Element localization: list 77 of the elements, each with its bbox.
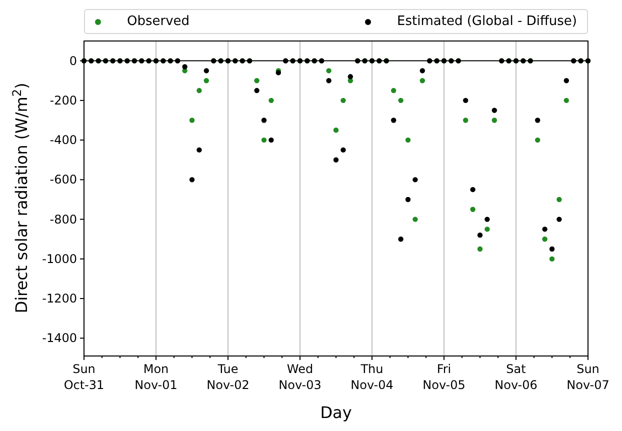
y-tick	[80, 218, 84, 220]
data-point	[420, 68, 425, 74]
data-point	[484, 226, 490, 232]
data-point	[333, 157, 339, 162]
y-tick	[80, 258, 84, 260]
data-point	[477, 232, 483, 238]
y-tick-label: -800	[50, 212, 77, 226]
data-point	[463, 98, 468, 104]
data-point	[484, 216, 490, 222]
x-tick-label: Mon Nov-01	[134, 361, 178, 393]
data-point	[189, 177, 195, 182]
data-point	[189, 118, 195, 123]
y-tick-label: -1400	[42, 331, 77, 346]
data-point	[405, 137, 411, 143]
data-point	[542, 236, 548, 242]
data-point	[564, 98, 569, 104]
data-point	[196, 147, 202, 153]
y-tick	[80, 298, 84, 300]
data-point	[391, 118, 396, 123]
data-point	[556, 196, 562, 202]
legend-label: Observed	[127, 12, 190, 31]
data-point	[333, 128, 339, 133]
data-point	[549, 246, 555, 252]
legend-marker-icon	[365, 18, 372, 24]
data-point	[470, 206, 476, 212]
legend-label: Estimated (Global - Diffuse)	[397, 12, 577, 31]
data-point	[340, 98, 346, 104]
x-axis-label: Day	[320, 403, 352, 422]
y-tick-label: -600	[50, 172, 77, 187]
y-tick	[80, 140, 84, 141]
data-point	[398, 98, 404, 104]
data-point	[492, 108, 497, 113]
data-point	[268, 137, 274, 143]
data-point	[268, 98, 274, 104]
x-tick-label: Sun Nov-07	[566, 361, 610, 393]
data-point	[326, 78, 332, 84]
data-point	[535, 137, 540, 143]
data-point	[254, 78, 260, 84]
data-point	[405, 196, 411, 202]
data-point	[254, 88, 260, 94]
data-point	[196, 88, 202, 94]
data-point	[412, 216, 418, 222]
data-point	[261, 118, 267, 123]
y-tick-label: -400	[50, 133, 77, 148]
y-tick-label: -1200	[42, 292, 77, 306]
x-tick-label: Tue Nov-02	[206, 361, 250, 393]
y-tick	[80, 338, 84, 339]
data-point	[204, 68, 209, 74]
x-tick-label: Sun Oct-31	[62, 361, 106, 393]
data-point	[398, 236, 404, 242]
data-point	[564, 78, 569, 84]
data-point	[556, 216, 562, 222]
data-point	[261, 137, 267, 143]
y-tick	[80, 100, 84, 101]
x-tick-label: Thu Nov-04	[350, 361, 394, 393]
data-point	[470, 186, 476, 192]
y-tick-label: 0	[69, 54, 77, 68]
y-tick-label: -1000	[42, 252, 77, 266]
data-point	[542, 226, 548, 232]
data-point	[326, 68, 332, 74]
data-point	[340, 147, 346, 153]
y-tick-label: -200	[50, 93, 77, 108]
data-point	[412, 177, 418, 182]
x-tick-label: Sat Nov-06	[494, 361, 538, 393]
legend-marker-icon	[95, 18, 101, 24]
y-tick	[80, 179, 84, 180]
data-point	[463, 118, 468, 123]
data-point	[391, 88, 396, 94]
data-point	[492, 118, 497, 123]
y-tick	[80, 60, 84, 62]
data-point	[549, 256, 555, 262]
data-point	[204, 78, 209, 84]
data-point	[420, 78, 425, 84]
data-point	[535, 118, 540, 123]
data-point	[477, 246, 483, 252]
x-tick-label: Wed Nov-03	[278, 361, 322, 393]
x-tick-label: Fri Nov-05	[422, 361, 466, 393]
